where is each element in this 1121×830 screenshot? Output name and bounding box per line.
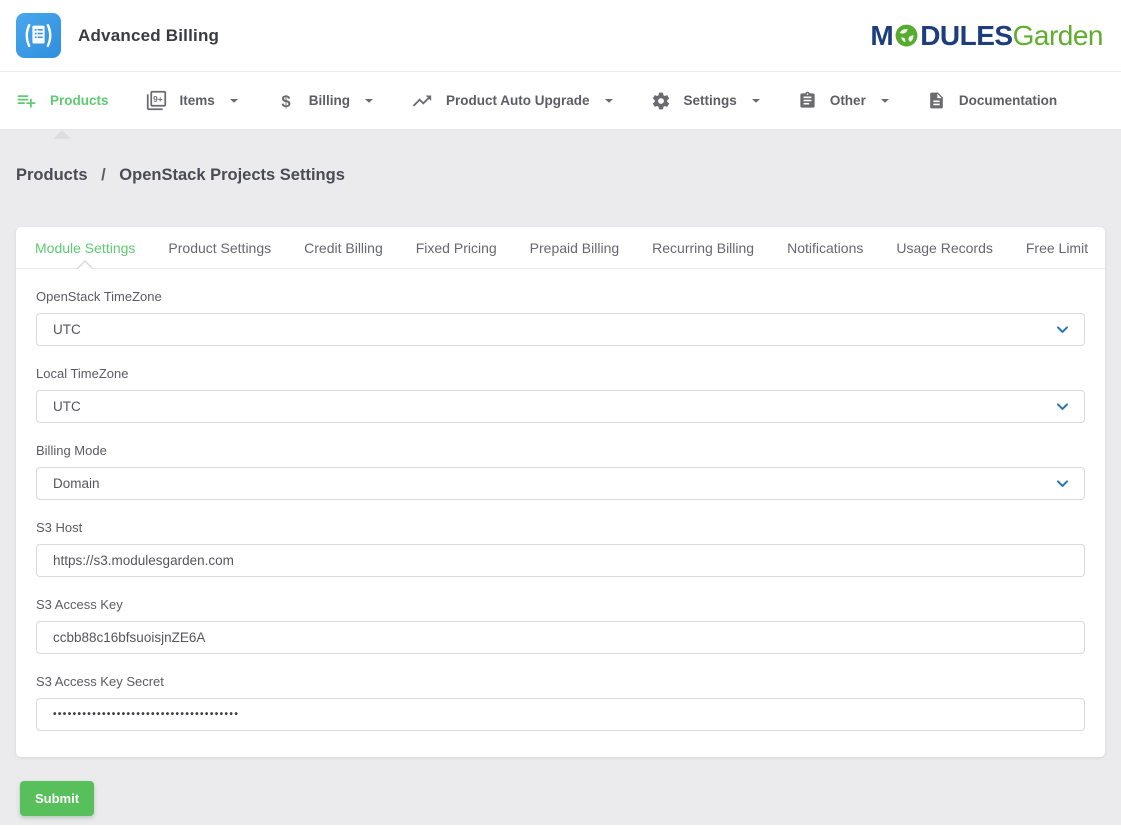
brand-text-dules: DULES <box>920 22 1012 50</box>
field-label: S3 Host <box>36 520 1085 535</box>
globe-icon <box>894 23 919 48</box>
caret-down-icon <box>751 96 761 106</box>
nav-item-settings[interactable]: Settings <box>651 72 761 129</box>
module-settings-form: OpenStack TimeZone UTC Local TimeZone UTC Bi… <box>16 269 1105 757</box>
settings-tabs: Module Settings Product Settings Credit Bi… <box>16 227 1105 269</box>
nav-item-label: Documentation <box>959 93 1057 108</box>
field-local-timezone: Local TimeZone UTC <box>36 366 1085 423</box>
field-label: S3 Access Key Secret <box>36 674 1085 689</box>
content-area: Products / OpenStack Projects Settings M… <box>0 130 1121 825</box>
s3-access-key-secret-input[interactable] <box>36 698 1085 731</box>
brand-text-m: M <box>870 22 893 50</box>
tab-credit-billing[interactable]: Credit Billing <box>304 227 383 268</box>
tab-fixed-pricing[interactable]: Fixed Pricing <box>416 227 497 268</box>
page-title: Advanced Billing <box>78 26 219 46</box>
breadcrumb-current: OpenStack Projects Settings <box>119 166 345 184</box>
s3-access-key-input[interactable] <box>36 621 1085 654</box>
submit-button[interactable]: Submit <box>20 781 94 816</box>
tab-recurring-billing[interactable]: Recurring Billing <box>652 227 754 268</box>
modulesgarden-logo: M DULES Garden <box>870 22 1103 50</box>
field-label: Billing Mode <box>36 443 1085 458</box>
nav-item-label: Other <box>830 93 866 108</box>
nav-item-label: Items <box>180 93 215 108</box>
caret-down-icon <box>229 96 239 106</box>
nav-item-label: Product Auto Upgrade <box>446 93 590 108</box>
s3-host-input[interactable] <box>36 544 1085 577</box>
local-timezone-select[interactable]: UTC <box>36 390 1085 423</box>
page-bottom-strip <box>0 825 1121 830</box>
nav-item-documentation[interactable]: Documentation <box>927 72 1057 129</box>
field-s3-host: S3 Host <box>36 520 1085 577</box>
clipboard-icon <box>798 90 817 111</box>
chevron-down-icon <box>1055 322 1070 337</box>
active-nav-indicator <box>53 130 71 139</box>
chevron-down-icon <box>1055 476 1070 491</box>
nav-item-billing[interactable]: $ Billing <box>276 72 374 129</box>
tab-usage-records[interactable]: Usage Records <box>896 227 993 268</box>
tab-prepaid-billing[interactable]: Prepaid Billing <box>530 227 620 268</box>
nav-item-product-auto-upgrade[interactable]: Product Auto Upgrade <box>411 72 614 129</box>
nav-item-label: Settings <box>684 93 737 108</box>
select-value: UTC <box>53 399 81 414</box>
brand-text-garden: Garden <box>1013 22 1103 50</box>
trending-up-icon <box>411 90 433 112</box>
app-header: Advanced Billing M DULES Garden <box>0 0 1121 72</box>
field-label: S3 Access Key <box>36 597 1085 612</box>
field-openstack-timezone: OpenStack TimeZone UTC <box>36 289 1085 346</box>
playlist-add-icon <box>16 90 37 111</box>
select-value: UTC <box>53 322 81 337</box>
openstack-timezone-select[interactable]: UTC <box>36 313 1085 346</box>
select-value: Domain <box>53 476 100 491</box>
filter-9-plus-icon: 9+ <box>146 90 167 111</box>
field-s3-access-key-secret: S3 Access Key Secret <box>36 674 1085 731</box>
gear-icon <box>651 91 671 111</box>
document-icon <box>927 90 946 111</box>
dollar-icon: $ <box>276 90 296 112</box>
svg-text:9+: 9+ <box>153 94 163 104</box>
tab-module-settings[interactable]: Module Settings <box>35 227 135 268</box>
field-label: Local TimeZone <box>36 366 1085 381</box>
chevron-down-icon <box>1055 399 1070 414</box>
settings-card: Module Settings Product Settings Credit Bi… <box>16 227 1105 757</box>
nav-item-other[interactable]: Other <box>798 72 890 129</box>
svg-text:$: $ <box>281 91 291 110</box>
field-billing-mode: Billing Mode Domain <box>36 443 1085 500</box>
caret-down-icon <box>880 96 890 106</box>
field-label: OpenStack TimeZone <box>36 289 1085 304</box>
nav-item-products[interactable]: Products <box>16 72 109 129</box>
nav-item-label: Products <box>50 93 109 108</box>
advanced-billing-app-icon <box>16 13 61 58</box>
caret-down-icon <box>364 96 374 106</box>
tab-free-limit[interactable]: Free Limit <box>1026 227 1088 268</box>
field-s3-access-key: S3 Access Key <box>36 597 1085 654</box>
page: Advanced Billing M DULES Garden Products… <box>0 0 1121 830</box>
tab-notifications[interactable]: Notifications <box>787 227 863 268</box>
tab-product-settings[interactable]: Product Settings <box>168 227 271 268</box>
breadcrumb: Products / OpenStack Projects Settings <box>16 130 1105 185</box>
caret-down-icon <box>604 96 614 106</box>
nav-item-label: Billing <box>309 93 350 108</box>
main-nav: Products 9+ Items $ Billing Product Auto Upgr… <box>0 72 1121 130</box>
breadcrumb-separator: / <box>101 166 106 184</box>
breadcrumb-parent[interactable]: Products <box>16 166 88 184</box>
billing-mode-select[interactable]: Domain <box>36 467 1085 500</box>
nav-item-items[interactable]: 9+ Items <box>146 72 239 129</box>
